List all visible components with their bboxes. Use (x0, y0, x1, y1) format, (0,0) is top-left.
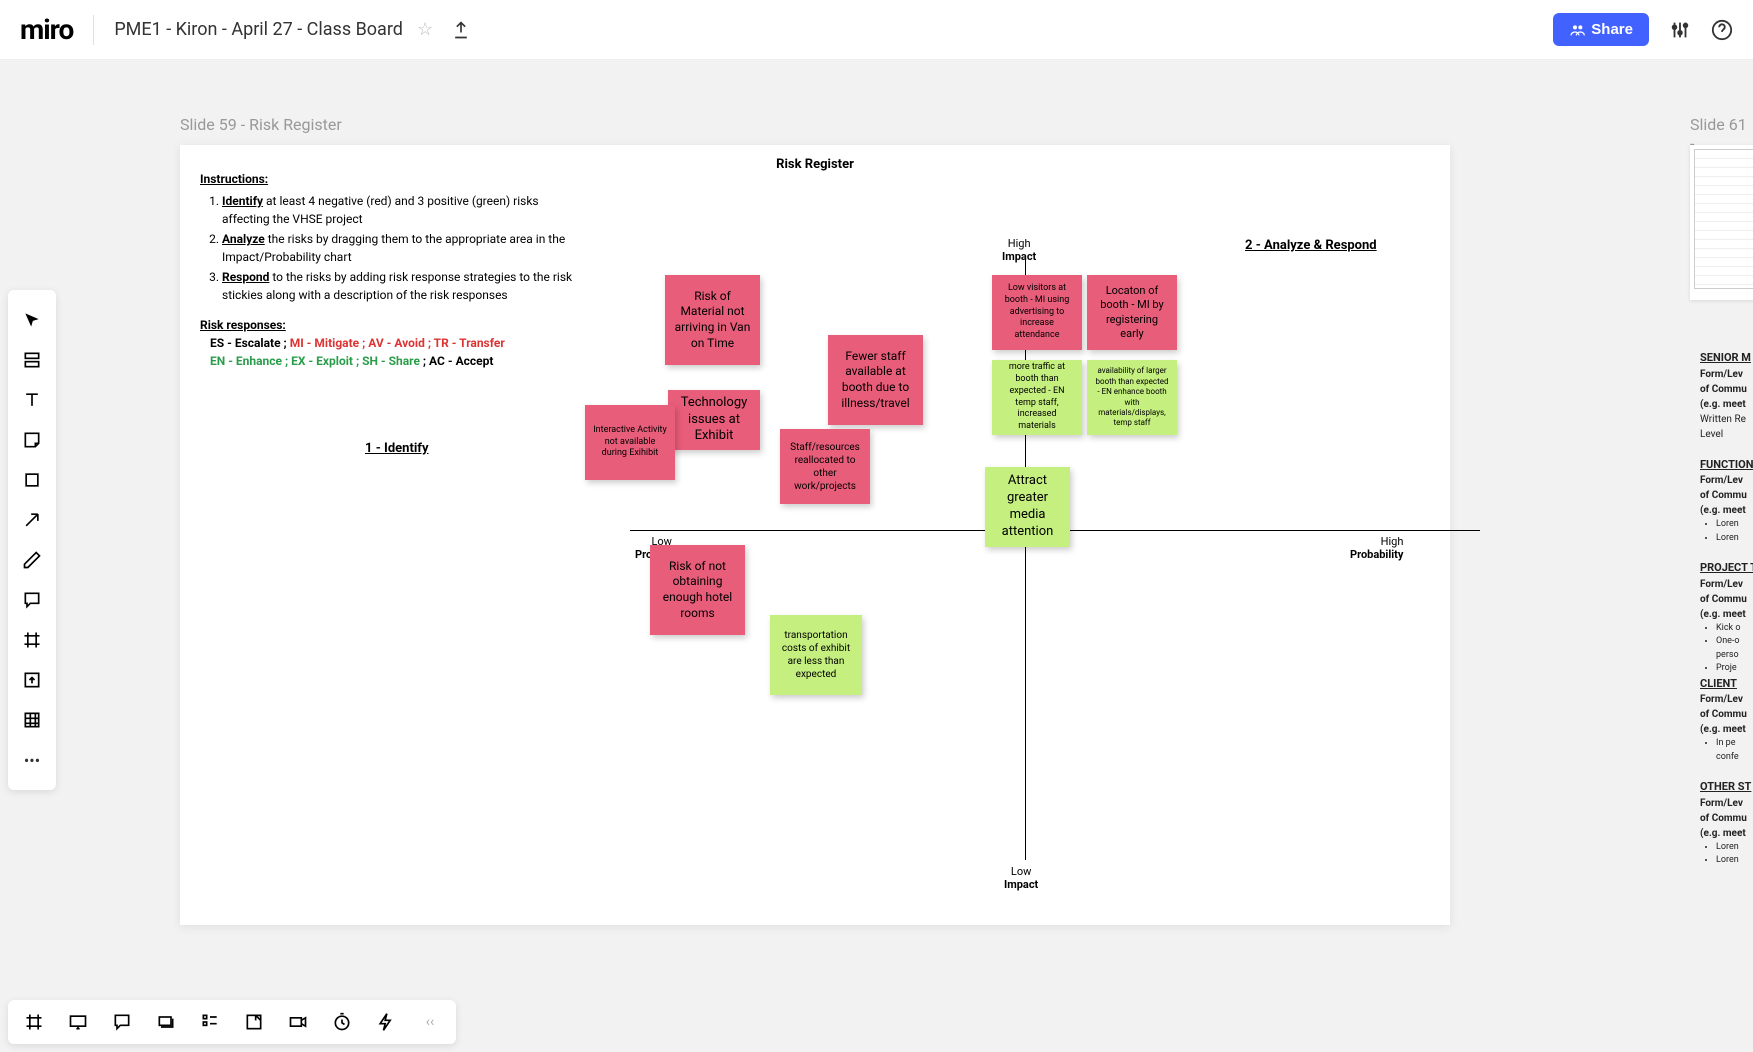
topbar-right: Share (1553, 13, 1733, 46)
sticky-transport-costs[interactable]: transportation costs of exhibit are less… (770, 615, 862, 695)
instructions: Instructions: Identify at least 4 negati… (200, 170, 580, 370)
top-bar: miro PME1 - Kiron - April 27 - Class Boa… (0, 0, 1753, 60)
instruction-1: Identify at least 4 negative (red) and 3… (222, 192, 580, 228)
sticky-low-visitors[interactable]: Low visitors at booth - MI using adverti… (992, 275, 1082, 350)
responses-line-2: EN - Enhance ; EX - Exploit ; SH - Share… (210, 354, 493, 368)
sticky-booth-location[interactable]: Locaton of booth - MI by registering ear… (1087, 275, 1177, 350)
slide-59-label: Slide 59 - Risk Register (180, 115, 342, 134)
miro-logo: miro (20, 13, 73, 46)
share-button[interactable]: Share (1553, 13, 1649, 46)
sticky-more-traffic[interactable]: more traffic at booth than expected - EN… (992, 360, 1082, 435)
help-icon[interactable] (1711, 19, 1733, 41)
risk-register-frame[interactable]: Risk Register Instructions: Identify at … (180, 145, 1450, 925)
sticky-tech-issues[interactable]: Technology issues at Exhibit (668, 390, 760, 450)
sticky-media-attention[interactable]: Attract greater media attention (985, 467, 1070, 547)
next-frame-preview[interactable] (1690, 145, 1753, 300)
analyze-label: 2 - Analyze & Respond (1245, 238, 1377, 253)
axis-low-impact: LowImpact (1004, 865, 1038, 891)
sticky-hotel-rooms[interactable]: Risk of not obtaining enough hotel rooms (650, 545, 745, 635)
axis-high-prob: HighProbability (1350, 535, 1403, 561)
responses-heading: Risk responses: (200, 316, 286, 334)
instruction-2: Analyze the risks by dragging them to th… (222, 230, 580, 266)
sticky-resources-reallocated[interactable]: Staff/resources reallocated to other wor… (780, 429, 870, 504)
identify-label: 1 - Identify (365, 441, 429, 456)
sticky-larger-booth[interactable]: availability of larger booth than expect… (1087, 360, 1177, 435)
next-doc-fragment: SENIOR M Form/Lev of Commu (e.g. meet Wr… (1700, 350, 1753, 868)
settings-icon[interactable] (1669, 19, 1691, 41)
axis-high-impact: HighImpact (1002, 237, 1036, 263)
axis-vertical (1025, 260, 1026, 860)
sticky-interactive-activity[interactable]: Interactive Activity not available durin… (585, 405, 675, 480)
sticky-fewer-staff[interactable]: Fewer staff available at booth due to il… (828, 335, 923, 425)
export-icon[interactable] (451, 20, 471, 40)
frame-title: Risk Register (776, 157, 854, 172)
star-icon[interactable]: ☆ (417, 19, 433, 40)
canvas[interactable]: Slide 59 - Risk Register Slide 61 - Risk… (0, 60, 1753, 1052)
share-label: Share (1591, 21, 1633, 38)
sticky-material-van[interactable]: Risk of Material not arriving in Van on … (665, 275, 760, 365)
board-title[interactable]: PME1 - Kiron - April 27 - Class Board (114, 19, 403, 40)
divider (93, 15, 94, 45)
instruction-3: Respond to the risks by adding risk resp… (222, 268, 580, 304)
instructions-heading: Instructions: (200, 172, 268, 186)
next-frame-content (1690, 145, 1753, 293)
responses-line-1: ES - Escalate ; MI - Mitigate ; AV - Avo… (210, 336, 505, 350)
